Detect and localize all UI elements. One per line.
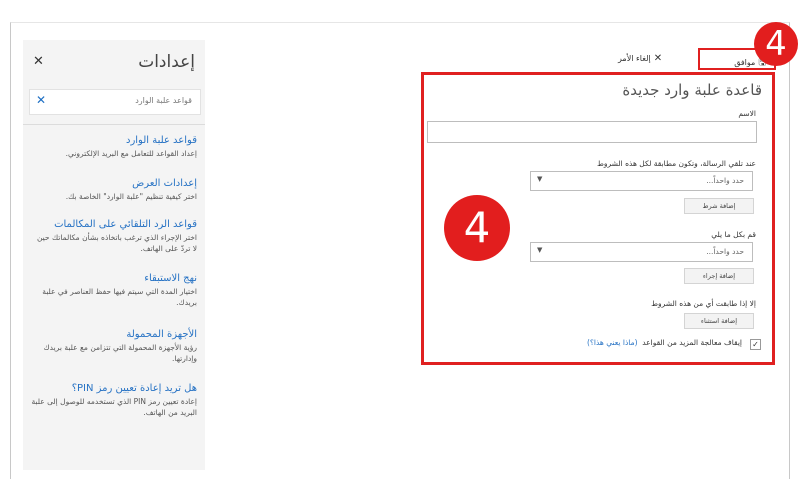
conditions-label: عند تلقي الرسالة، وتكون مطابقة لكل هذه ا… [596, 159, 756, 168]
settings-item-desc: رؤية الأجهزة المحمولة التي تتزامن مع علب… [43, 343, 198, 363]
name-label: الاسم [738, 109, 756, 118]
settings-item-display[interactable]: إعدادات العرض اختر كيفية تنظيم "علبة الو… [31, 177, 197, 202]
settings-pane: إعدادات ✕ قواعد علبة الوارد ✕ قواعد علبة… [23, 40, 205, 470]
what-does-this-mean-link[interactable]: (ماذا يعني هذا؟) [587, 338, 638, 347]
close-icon[interactable]: ✕ [33, 54, 44, 69]
settings-item-mobile-devices[interactable]: الأجهزة المحمولة رؤية الأجهزة المحمولة ا… [31, 328, 198, 364]
clear-search-icon[interactable]: ✕ [36, 93, 46, 107]
settings-item-title: قواعد الرد التلقائي على المكالمات [54, 219, 197, 230]
settings-search-input[interactable]: قواعد علبة الوارد ✕ [29, 89, 201, 115]
name-input[interactable] [427, 121, 757, 143]
add-action-button[interactable]: إضافة إجراء [684, 268, 754, 284]
close-icon: ✕ [653, 53, 663, 64]
cancel-button[interactable]: ✕إلغاء الأمر [618, 53, 662, 64]
settings-item-retention[interactable]: نهج الاستبقاء اختيار المدة التي سيتم فيه… [31, 272, 197, 308]
add-condition-button[interactable]: إضافة شرط [684, 198, 754, 214]
stop-processing-checkbox[interactable]: ✓ [750, 339, 761, 350]
cancel-label: إلغاء الأمر [618, 54, 651, 63]
exceptions-label: إلا إذا طابقت أي من هذه الشروط [651, 299, 756, 308]
settings-title: إعدادات [138, 52, 195, 72]
step-badge-top: 4 [754, 22, 798, 66]
form-title: قاعدة علبة وارد جديدة [622, 81, 762, 99]
settings-item-title: هل تريد إعادة تعيين رمز PIN؟ [71, 383, 197, 394]
settings-item-title: نهج الاستبقاء [144, 273, 197, 284]
action-select-value: حدد واحداً... [706, 247, 744, 256]
condition-select[interactable]: حدد واحداً... ▼ [530, 171, 753, 191]
stop-processing-label: إيقاف معالجة المزيد من القواعد [642, 338, 742, 347]
settings-item-call-answering[interactable]: قواعد الرد التلقائي على المكالمات اختر ا… [31, 218, 197, 254]
settings-item-title: إعدادات العرض [132, 178, 197, 189]
settings-item-inbox-rules[interactable]: قواعد علبة الوارد إعداد القواعد للتعامل … [31, 134, 197, 159]
settings-item-desc: إعادة تعيين رمز PIN الذي تستخدمه للوصول … [31, 397, 198, 417]
settings-item-desc: اختر كيفية تنظيم "علبة الوارد" الخاصة بك… [65, 192, 197, 201]
settings-search-value: قواعد علبة الوارد [135, 96, 192, 105]
action-select[interactable]: حدد واحداً... ▼ [530, 242, 753, 262]
settings-item-desc: اختر الإجراء الذي ترغب باتخاذه بشأن مكال… [36, 233, 197, 253]
settings-item-desc: إعداد القواعد للتعامل مع البريد الإلكترو… [65, 149, 197, 158]
ok-label: موافق [734, 58, 756, 67]
settings-item-title: الأجهزة المحمولة [126, 329, 197, 340]
settings-item-reset-pin[interactable]: هل تريد إعادة تعيين رمز PIN؟ إعادة تعيين… [31, 382, 198, 418]
divider [23, 124, 205, 125]
actions-label: قم بكل ما يلي [711, 230, 756, 239]
condition-select-value: حدد واحداً... [706, 176, 744, 185]
chevron-down-icon: ▼ [537, 175, 543, 183]
step-badge-middle: 4 [444, 195, 510, 261]
settings-item-desc: اختيار المدة التي سيتم فيها حفظ العناصر … [42, 287, 197, 307]
add-exception-button[interactable]: إضافة استثناء [684, 313, 754, 329]
chevron-down-icon: ▼ [537, 246, 543, 254]
settings-item-title: قواعد علبة الوارد [125, 135, 197, 146]
